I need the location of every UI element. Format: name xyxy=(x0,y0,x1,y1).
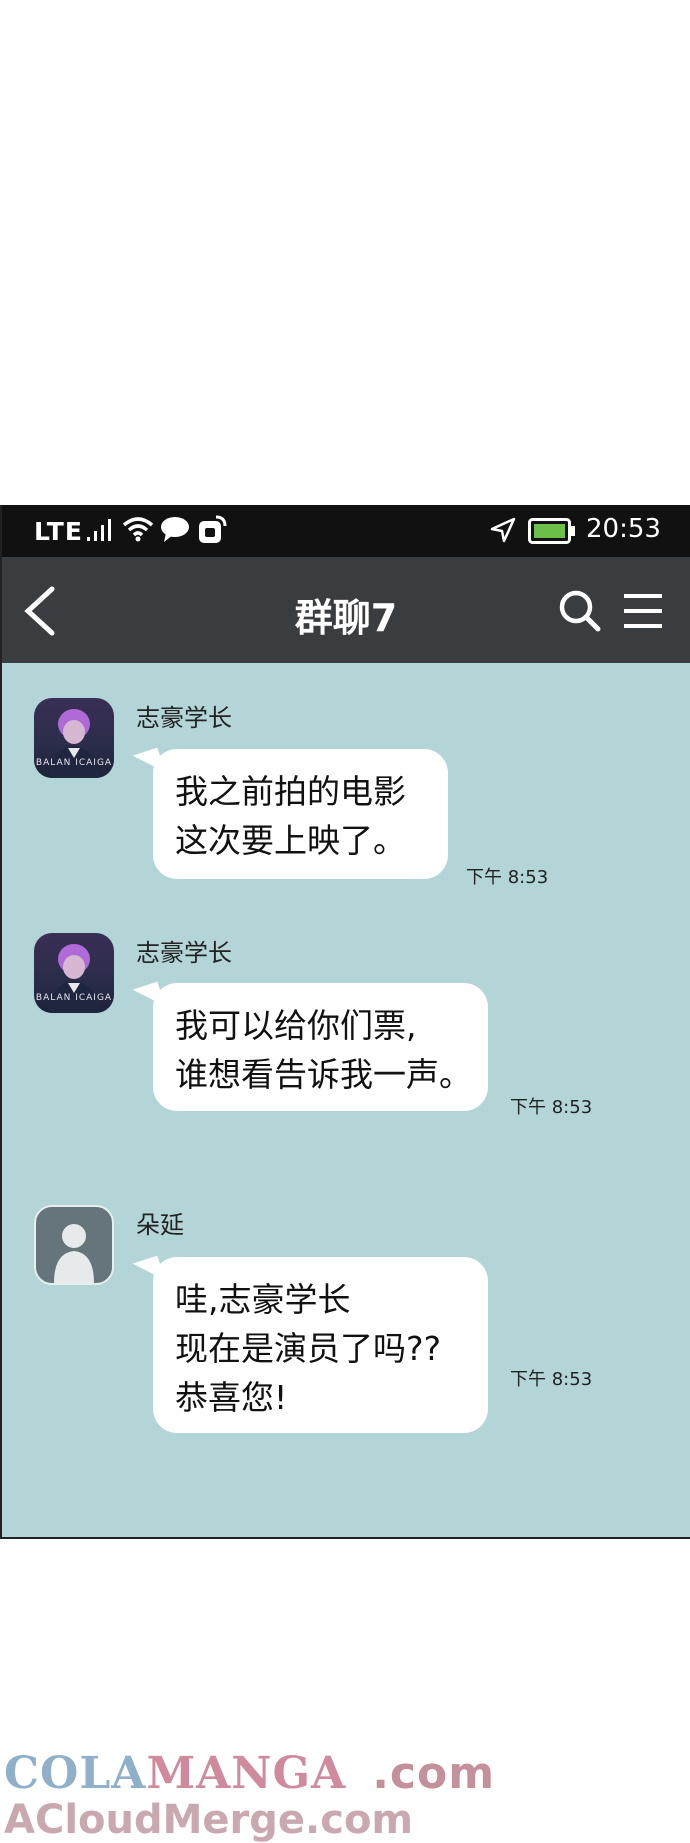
message-icon xyxy=(160,515,190,549)
message-line: 谁想看告诉我一声。 xyxy=(175,1055,472,1094)
chat-header: 群聊7 xyxy=(2,557,690,663)
watermark-cola: COLA xyxy=(4,1748,147,1799)
network-type: LTE xyxy=(34,517,83,546)
status-bar: LTE 20:53 xyxy=(2,505,690,557)
app-notification-icon xyxy=(197,515,227,551)
message-line: 我之前拍的电影 xyxy=(175,772,406,811)
message-time: 下午 8:53 xyxy=(510,1097,593,1118)
watermark-domain: .com xyxy=(372,1748,496,1799)
navigation-icon xyxy=(490,517,516,549)
battery-icon xyxy=(528,518,576,550)
message-bubble[interactable]: 我之前拍的电影 这次要上映了。 xyxy=(153,749,448,879)
signal-icon xyxy=(86,517,114,549)
message-bubble[interactable]: 哇,志豪学长 现在是演员了吗?? 恭喜您! xyxy=(153,1257,488,1433)
message-time: 下午 8:53 xyxy=(466,867,549,888)
clock: 20:53 xyxy=(586,514,661,544)
watermark-logo: COLAMANGA .com xyxy=(4,1748,495,1799)
message-line: 我可以给你们票, xyxy=(175,1006,417,1045)
message-line: 这次要上映了。 xyxy=(175,821,406,860)
avatar[interactable]: BALAN ICAIGA xyxy=(34,698,114,778)
message-line: 现在是演员了吗?? xyxy=(175,1329,442,1368)
watermark-site: ACloudMerge.com xyxy=(4,1797,414,1843)
avatar-caption: BALAN ICAIGA xyxy=(35,758,113,768)
wifi-icon xyxy=(122,515,154,549)
sender-name: 志豪学长 xyxy=(136,939,232,967)
message-line: 恭喜您! xyxy=(175,1378,288,1417)
watermark-manga: MANGA xyxy=(146,1748,347,1799)
message-time: 下午 8:53 xyxy=(510,1369,593,1390)
menu-icon[interactable] xyxy=(622,591,664,635)
avatar[interactable]: BALAN ICAIGA xyxy=(34,933,114,1013)
search-icon[interactable] xyxy=(558,589,602,637)
sender-name: 朵延 xyxy=(136,1211,184,1239)
chat-area[interactable]: BALAN ICAIGA 志豪学长 我之前拍的电影 这次要上映了。 下午 8:5… xyxy=(2,663,690,1537)
avatar-caption: BALAN ICAIGA xyxy=(35,993,113,1003)
avatar[interactable] xyxy=(34,1205,114,1285)
sender-name: 志豪学长 xyxy=(136,704,232,732)
message-line: 哇,志豪学长 xyxy=(175,1280,351,1319)
phone-screen: LTE 20:53 群聊7 BALAN ICAIGA 志豪学长 我之前拍的电影 … xyxy=(0,505,690,1539)
message-bubble[interactable]: 我可以给你们票, 谁想看告诉我一声。 xyxy=(153,983,488,1111)
